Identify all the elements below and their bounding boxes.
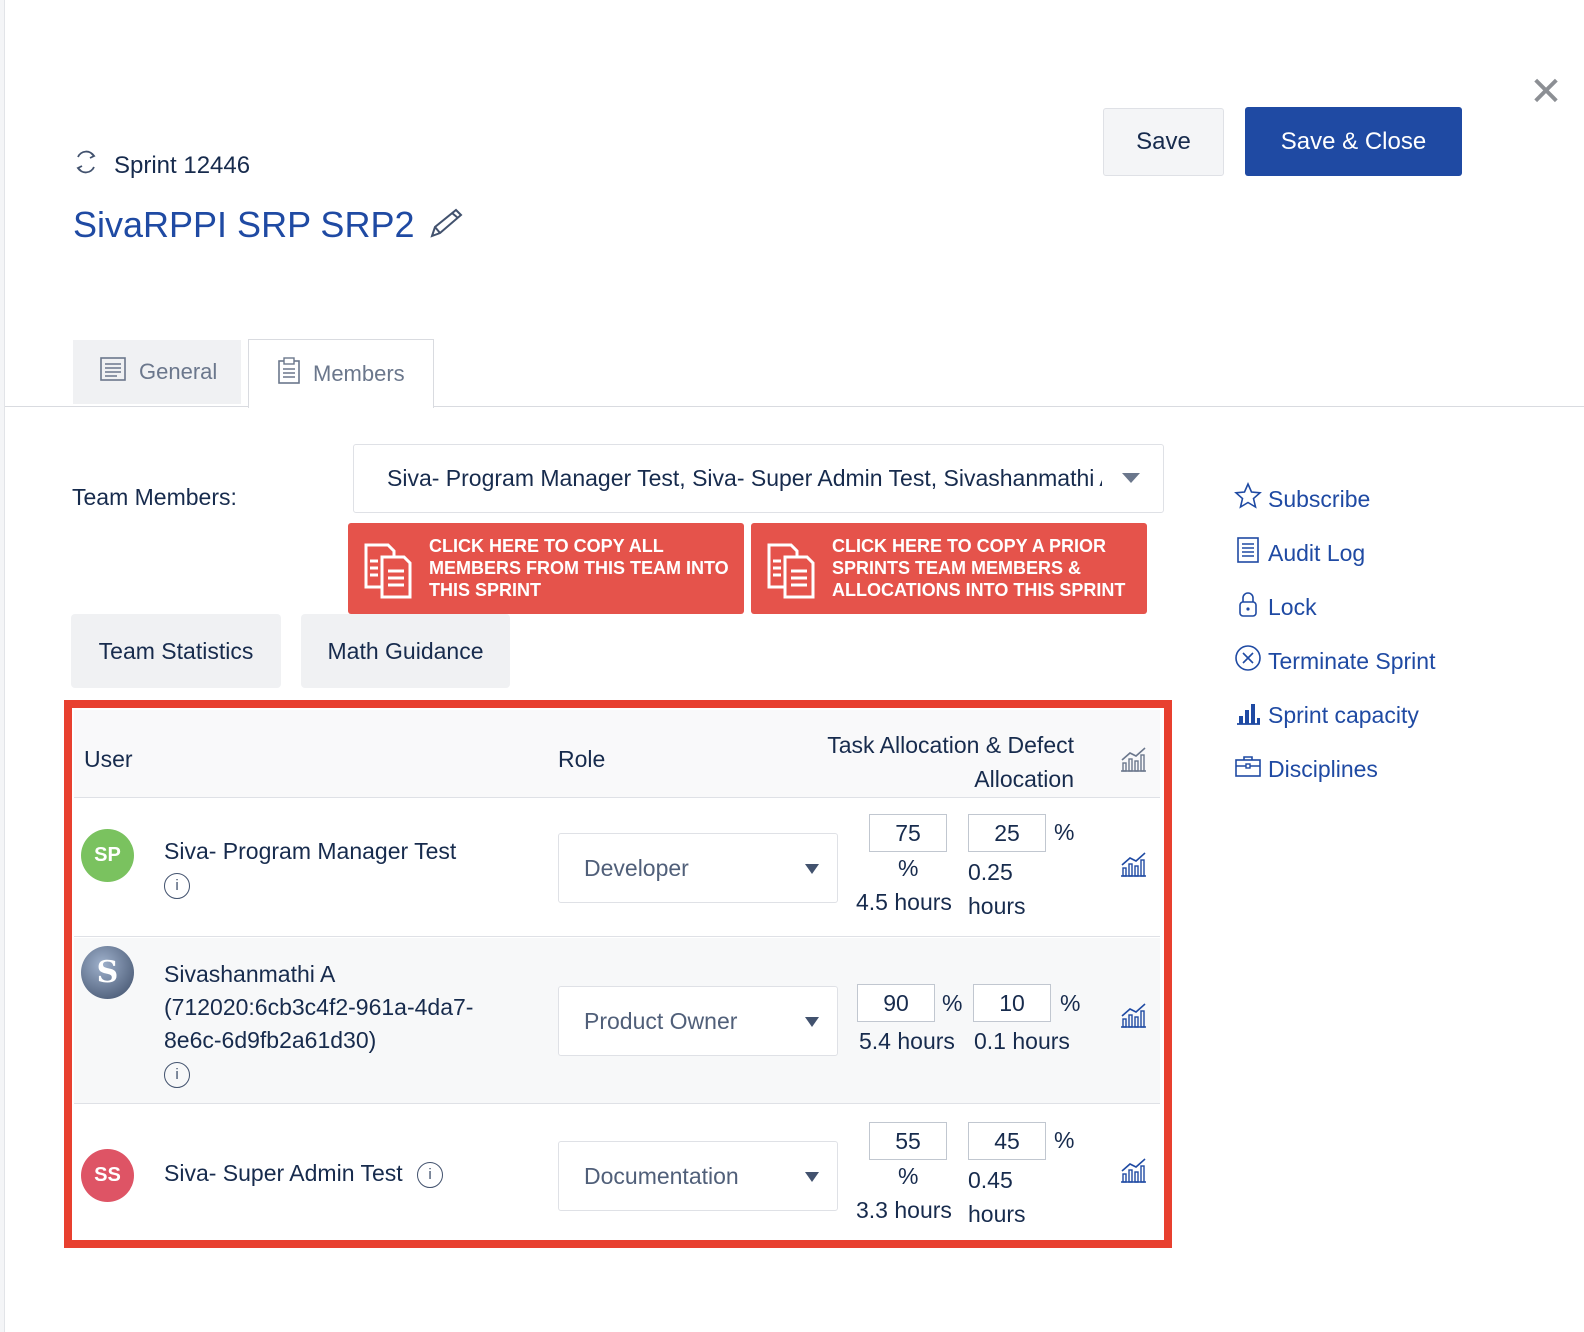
user-name: Siva- Super Admin Test i: [164, 1157, 444, 1190]
star-icon: [1234, 482, 1262, 516]
document-icon: [99, 355, 127, 389]
edit-pencil-icon[interactable]: [428, 206, 466, 245]
defect-allocation-input[interactable]: 45: [968, 1122, 1046, 1160]
math-guidance-button[interactable]: Math Guidance: [301, 614, 510, 688]
copy-prior-sprint-button[interactable]: CLICK HERE TO COPY A PRIOR SPRINTS TEAM …: [751, 523, 1147, 614]
info-icon[interactable]: i: [164, 872, 190, 899]
sprint-capacity-label: Sprint capacity: [1268, 701, 1419, 728]
role-value: Product Owner: [584, 1008, 738, 1034]
background-page-edge: [0, 0, 5, 1332]
percent-sign: %: [898, 855, 919, 881]
sprint-title: SivaRPPI SRP SRP2: [73, 204, 415, 245]
tab-members-label: Members: [313, 361, 405, 386]
user-name-text: Siva- Super Admin Test: [164, 1160, 403, 1186]
defect-hours: 0.45 hours: [968, 1167, 1026, 1227]
sprint-cycle-icon: [72, 148, 100, 183]
chart-icon[interactable]: [1118, 744, 1148, 780]
terminate-sprint-label: Terminate Sprint: [1268, 647, 1436, 674]
audit-log-link[interactable]: Audit Log: [1234, 536, 1365, 570]
chevron-down-icon[interactable]: [1122, 473, 1140, 483]
role-select[interactable]: Documentation: [558, 1141, 838, 1211]
tab-members[interactable]: Members: [248, 339, 434, 408]
task-hours: 4.5 hours: [856, 889, 952, 915]
terminate-sprint-link[interactable]: Terminate Sprint: [1234, 644, 1435, 678]
header-role: Role: [558, 746, 606, 772]
briefcase-icon: [1234, 752, 1262, 786]
dropdown-arrow-icon: [805, 1172, 819, 1182]
table-row: S Sivashanmathi A (712020:6cb3c4f2-961a-…: [74, 938, 1160, 1104]
team-statistics-button[interactable]: Team Statistics: [71, 614, 281, 688]
close-icon[interactable]: ✕: [1528, 72, 1564, 112]
info-icon[interactable]: i: [417, 1161, 444, 1188]
save-button[interactable]: Save: [1103, 108, 1224, 176]
tabs-divider: [5, 406, 1584, 407]
percent-sign: %: [942, 990, 963, 1016]
capacity-icon: [1234, 698, 1262, 732]
table-header: User Role Task Allocation & Defect Alloc…: [74, 710, 1160, 798]
task-hours: 3.3 hours: [856, 1197, 952, 1223]
team-members-value: Siva- Program Manager Test, Siva- Super …: [387, 465, 1102, 491]
team-members-label: Team Members:: [72, 484, 237, 510]
members-table: User Role Task Allocation & Defect Alloc…: [64, 700, 1172, 1248]
defect-allocation-input[interactable]: 10: [973, 984, 1051, 1022]
table-row: SS Siva- Super Admin Test i Documentatio…: [74, 1105, 1160, 1240]
user-name: Sivashanmathi A (712020:6cb3c4f2-961a-4d…: [164, 958, 494, 1090]
task-allocation-input[interactable]: 55: [869, 1122, 947, 1160]
copy-prior-sprint-label: CLICK HERE TO COPY A PRIOR SPRINTS TEAM …: [832, 536, 1126, 600]
disciplines-label: Disciplines: [1268, 755, 1378, 782]
sprint-label: Sprint 12446: [72, 148, 250, 183]
user-name-text: Sivashanmathi A (712020:6cb3c4f2-961a-4d…: [164, 961, 474, 1053]
user-name: Siva- Program Manager Test i: [164, 835, 456, 901]
percent-sign: %: [1060, 990, 1081, 1016]
tab-general-label: General: [139, 359, 218, 384]
log-icon: [1234, 536, 1262, 570]
disciplines-link[interactable]: Disciplines: [1234, 752, 1378, 786]
table-row: SP Siva- Program Manager Test i Develope…: [74, 799, 1160, 937]
save-close-button[interactable]: Save & Close: [1245, 107, 1462, 176]
chart-icon[interactable]: [1118, 1000, 1148, 1035]
role-select[interactable]: Developer: [558, 833, 838, 903]
tab-general[interactable]: General: [73, 340, 241, 404]
header-allocation: Task Allocation & Defect Allocation: [827, 732, 1074, 792]
role-value: Documentation: [584, 1163, 739, 1189]
avatar: SP: [81, 829, 134, 882]
lock-icon: [1234, 590, 1262, 624]
dropdown-arrow-icon: [805, 864, 819, 874]
defect-hours: 0.25 hours: [968, 859, 1026, 919]
chart-icon[interactable]: [1118, 1155, 1148, 1190]
task-allocation-input[interactable]: 75: [869, 814, 947, 852]
subscribe-link[interactable]: Subscribe: [1234, 482, 1370, 516]
audit-log-label: Audit Log: [1268, 539, 1366, 566]
avatar: S: [81, 946, 134, 999]
team-members-select[interactable]: Siva- Program Manager Test, Siva- Super …: [353, 444, 1164, 513]
subscribe-label: Subscribe: [1268, 485, 1371, 512]
header-user: User: [84, 746, 133, 772]
sprint-label-text: Sprint 12446: [114, 151, 251, 179]
avatar: SS: [81, 1149, 134, 1202]
percent-sign: %: [898, 1163, 919, 1189]
copy-team-members-button[interactable]: CLICK HERE TO COPY ALL MEMBERS FROM THIS…: [348, 523, 744, 614]
clipboard-icon: [277, 357, 301, 391]
terminate-icon: [1234, 644, 1262, 678]
defect-hours: 0.1 hours: [974, 1028, 1070, 1054]
user-name-text: Siva- Program Manager Test: [164, 838, 457, 864]
sprint-capacity-link[interactable]: Sprint capacity: [1234, 698, 1419, 732]
lock-label: Lock: [1268, 593, 1317, 620]
chart-icon[interactable]: [1118, 849, 1148, 884]
copy-documents-icon: [763, 541, 821, 604]
lock-link[interactable]: Lock: [1234, 590, 1317, 624]
info-icon[interactable]: i: [164, 1061, 190, 1088]
copy-team-members-label: CLICK HERE TO COPY ALL MEMBERS FROM THIS…: [429, 536, 729, 600]
task-allocation-input[interactable]: 90: [857, 984, 935, 1022]
copy-documents-icon: [360, 541, 418, 604]
role-value: Developer: [584, 855, 689, 881]
role-select[interactable]: Product Owner: [558, 986, 838, 1056]
task-hours: 5.4 hours: [859, 1028, 955, 1054]
defect-allocation-input[interactable]: 25: [968, 814, 1046, 852]
percent-sign: %: [1054, 819, 1075, 845]
dropdown-arrow-icon: [805, 1017, 819, 1027]
percent-sign: %: [1054, 1127, 1075, 1153]
page-title: SivaRPPI SRP SRP2: [73, 204, 466, 246]
